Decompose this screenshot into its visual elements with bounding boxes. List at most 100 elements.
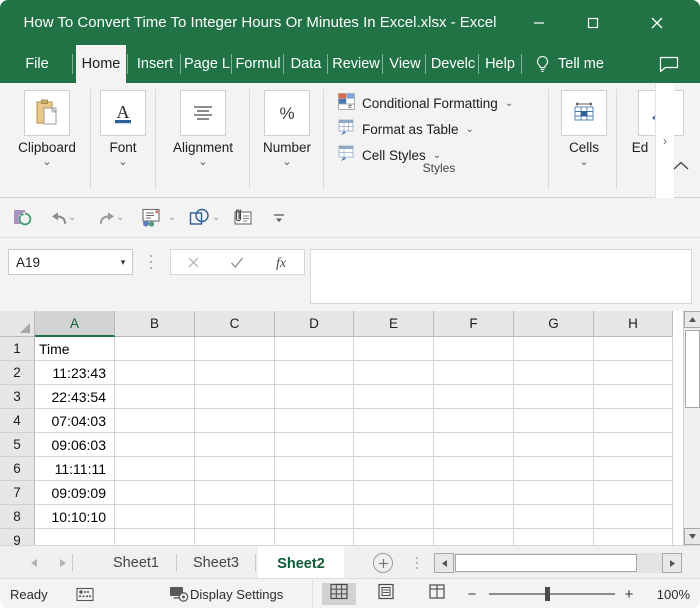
cell-e1[interactable]	[354, 337, 434, 361]
alignment-icon[interactable]	[180, 90, 226, 136]
cell-f3[interactable]	[434, 385, 514, 409]
zoom-in-button[interactable]: +	[620, 579, 638, 608]
zoom-slider-thumb[interactable]	[545, 587, 550, 601]
cell-b4[interactable]	[115, 409, 195, 433]
normal-view-button[interactable]	[322, 583, 356, 605]
column-header-b[interactable]: B	[115, 311, 195, 337]
cell-h2[interactable]	[594, 361, 673, 385]
vertical-scrollbar[interactable]	[683, 311, 700, 545]
cell-b1[interactable]	[115, 337, 195, 361]
sheet-tab-sheet2[interactable]: Sheet2	[258, 546, 344, 579]
cell-c2[interactable]	[195, 361, 275, 385]
scroll-up-arrow-icon[interactable]	[684, 311, 700, 328]
maximize-button[interactable]	[570, 0, 616, 45]
format-as-table-button[interactable]: Format as Table ⌄	[338, 117, 474, 141]
cell-f8[interactable]	[434, 505, 514, 529]
column-header-g[interactable]: G	[514, 311, 594, 337]
cell-e6[interactable]	[354, 457, 434, 481]
cell-a4[interactable]: 07:04:03	[35, 409, 115, 433]
name-box-dropdown-icon[interactable]: ▾	[114, 257, 132, 268]
row-header-3[interactable]: 3	[0, 385, 35, 409]
horizontal-scrollbar[interactable]	[434, 553, 682, 573]
zoom-out-button[interactable]: −	[463, 579, 481, 608]
cell-e8[interactable]	[354, 505, 434, 529]
cell-d4[interactable]	[275, 409, 354, 433]
cell-g3[interactable]	[514, 385, 594, 409]
send-to-people-icon[interactable]	[138, 205, 164, 231]
column-header-c[interactable]: C	[195, 311, 275, 337]
chevron-down-icon[interactable]: ⌄	[505, 98, 513, 109]
cell-b3[interactable]	[115, 385, 195, 409]
scroll-down-arrow-icon[interactable]	[684, 528, 700, 545]
cell-h3[interactable]	[594, 385, 673, 409]
lightbulb-icon[interactable]	[528, 45, 556, 83]
cell-c6[interactable]	[195, 457, 275, 481]
tab-home[interactable]: Home	[76, 45, 126, 83]
cell-b7[interactable]	[115, 481, 195, 505]
cell-a3[interactable]: 22:43:54	[35, 385, 115, 409]
cell-f4[interactable]	[434, 409, 514, 433]
vertical-scroll-thumb[interactable]	[685, 330, 700, 408]
percent-icon[interactable]: %	[264, 90, 310, 136]
cell-g2[interactable]	[514, 361, 594, 385]
tab-formulas[interactable]: Formul	[234, 45, 282, 83]
enter-check-icon[interactable]	[216, 250, 258, 274]
chevron-down-icon[interactable]: ⌄	[433, 150, 441, 161]
horizontal-scroll-thumb[interactable]	[455, 554, 637, 572]
row-header-1[interactable]: 1	[0, 337, 35, 361]
group-expand-alignment[interactable]: ⌄	[157, 157, 249, 168]
column-header-f[interactable]: F	[434, 311, 514, 337]
select-all-corner[interactable]	[0, 311, 35, 337]
cell-d2[interactable]	[275, 361, 354, 385]
cell-a6[interactable]: 11:11:11	[35, 457, 115, 481]
name-box[interactable]: A19 ▾	[8, 249, 133, 275]
cell-f5[interactable]	[434, 433, 514, 457]
tab-data[interactable]: Data	[286, 45, 326, 83]
cell-d3[interactable]	[275, 385, 354, 409]
cell-e4[interactable]	[354, 409, 434, 433]
cell-a7[interactable]: 09:09:09	[35, 481, 115, 505]
cell-a8[interactable]: 10:10:10	[35, 505, 115, 529]
cell-f6[interactable]	[434, 457, 514, 481]
group-expand-font[interactable]: ⌄	[92, 157, 154, 168]
cell-c4[interactable]	[195, 409, 275, 433]
group-expand-cells[interactable]: ⌄	[552, 157, 616, 168]
column-header-e[interactable]: E	[354, 311, 434, 337]
customize-qat-icon[interactable]	[268, 205, 290, 231]
cell-b5[interactable]	[115, 433, 195, 457]
cell-b2[interactable]	[115, 361, 195, 385]
cell-c7[interactable]	[195, 481, 275, 505]
cell-h6[interactable]	[594, 457, 673, 481]
undo-dropdown-caret[interactable]: ⌄	[68, 212, 76, 223]
row-header-4[interactable]: 4	[0, 409, 35, 433]
zoom-slider-track[interactable]	[489, 593, 615, 595]
shapes-icon[interactable]	[186, 205, 214, 231]
cell-g1[interactable]	[514, 337, 594, 361]
minimize-button[interactable]	[516, 0, 562, 45]
tab-view[interactable]: View	[385, 45, 425, 83]
cell-c8[interactable]	[195, 505, 275, 529]
tab-file[interactable]: File	[14, 45, 60, 83]
display-settings-icon[interactable]	[167, 579, 191, 608]
sheet-bar-grip[interactable]	[414, 556, 419, 570]
display-settings-label[interactable]: Display Settings	[190, 579, 283, 608]
zoom-level-label[interactable]: 100%	[657, 579, 690, 608]
attach-icon[interactable]	[230, 205, 256, 231]
cell-c3[interactable]	[195, 385, 275, 409]
conditional-formatting-button[interactable]: ≠ Conditional Formatting ⌄	[338, 91, 513, 115]
autosave-refresh-icon[interactable]	[10, 205, 36, 231]
clipboard-icon[interactable]	[24, 90, 70, 136]
hscroll-left-arrow-icon[interactable]	[434, 553, 454, 573]
font-a-icon[interactable]: A	[100, 90, 146, 136]
cell-g5[interactable]	[514, 433, 594, 457]
cell-d7[interactable]	[275, 481, 354, 505]
cell-a5[interactable]: 09:06:03	[35, 433, 115, 457]
page-break-view-button[interactable]	[420, 583, 454, 605]
collapse-ribbon-icon[interactable]	[670, 157, 692, 175]
cell-b8[interactable]	[115, 505, 195, 529]
cell-c1[interactable]	[195, 337, 275, 361]
cell-e5[interactable]	[354, 433, 434, 457]
tab-review[interactable]: Review	[330, 45, 382, 83]
cell-h4[interactable]	[594, 409, 673, 433]
tab-help[interactable]: Help	[481, 45, 519, 83]
